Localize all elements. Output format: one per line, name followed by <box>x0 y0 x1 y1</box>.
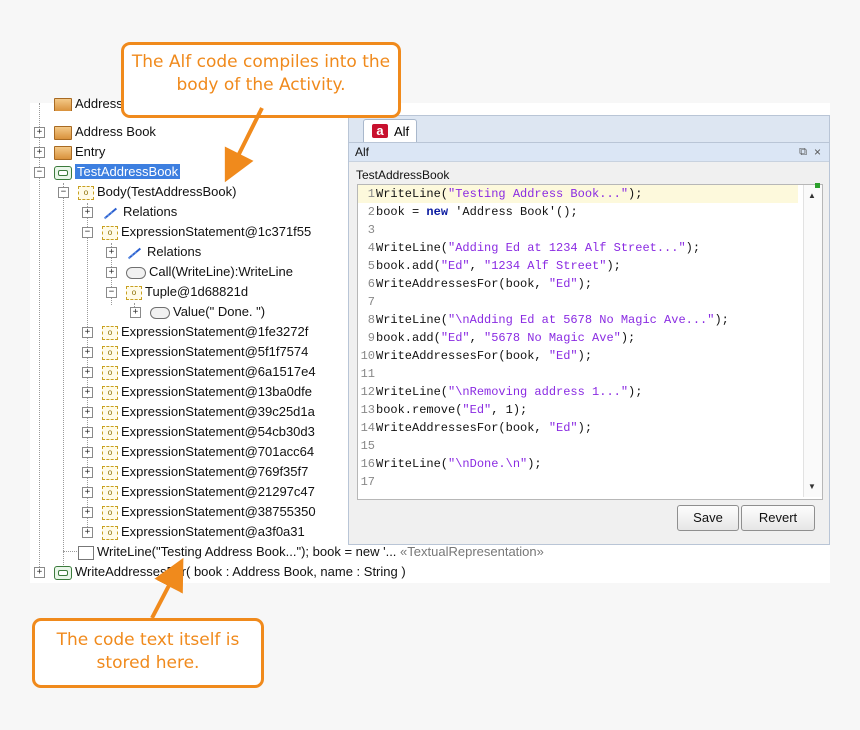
arrow-to-body <box>224 107 264 183</box>
callout-arrows <box>150 107 264 619</box>
screenshot-canvas: Address Book + Address Book + Entry − Te… <box>0 0 860 730</box>
arrow-to-textual-rep <box>150 557 184 619</box>
